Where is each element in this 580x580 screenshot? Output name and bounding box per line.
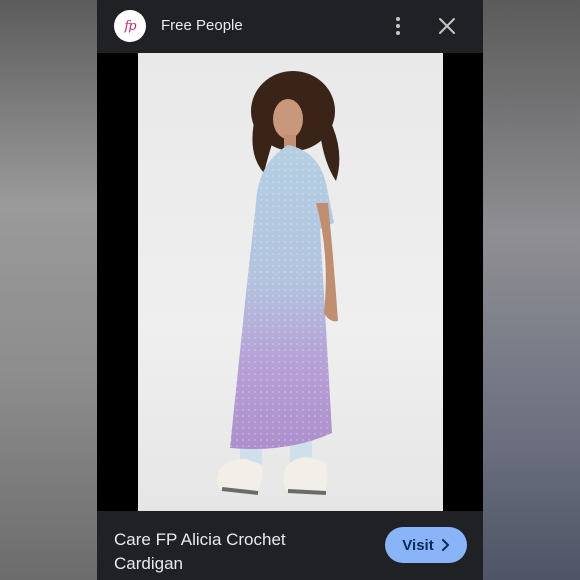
- product-image-viewer[interactable]: [97, 53, 483, 511]
- close-icon: [439, 18, 455, 34]
- panel-footer: Care FP Alicia Crochet Cardigan Visit: [97, 511, 483, 580]
- chevron-right-icon: [441, 539, 449, 551]
- more-vert-icon: [396, 17, 400, 21]
- site-logo[interactable]: fp: [114, 10, 146, 42]
- panel-header: fp Free People: [97, 0, 483, 53]
- background-blur-right: [483, 0, 580, 580]
- site-name[interactable]: Free People: [161, 17, 243, 34]
- more-options-button[interactable]: [387, 14, 409, 38]
- visit-button[interactable]: Visit: [385, 527, 467, 563]
- site-logo-text: fp: [124, 18, 136, 34]
- close-button[interactable]: [435, 14, 459, 38]
- product-photo[interactable]: [138, 53, 443, 511]
- result-preview-panel: fp Free People Care FP Alicia Crochet Ca…: [97, 0, 483, 580]
- product-title[interactable]: Care FP Alicia Crochet Cardigan: [114, 528, 354, 576]
- visit-label: Visit: [402, 536, 434, 554]
- model-wearing-cardigan-illustration: [216, 71, 340, 495]
- background-blur-left: [0, 0, 97, 580]
